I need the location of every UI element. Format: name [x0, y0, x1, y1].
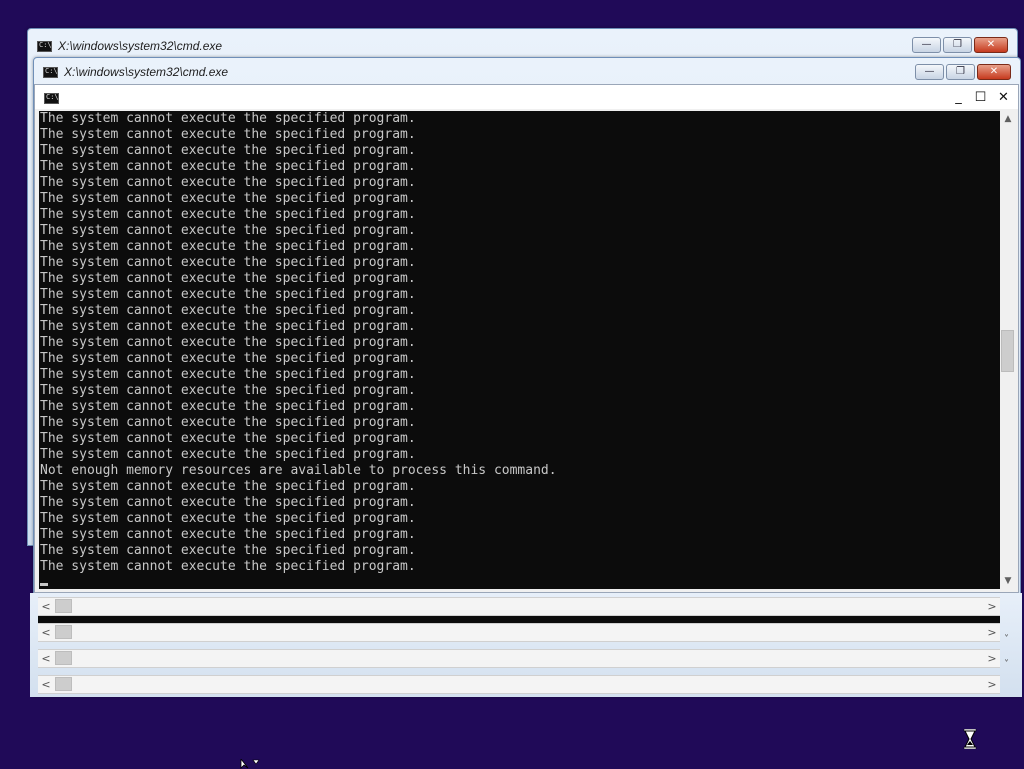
- minimize-button[interactable]: —: [912, 37, 941, 53]
- console-line: Not enough memory resources are availabl…: [40, 463, 557, 478]
- console-line: The system cannot execute the specified …: [40, 351, 416, 366]
- scroll-right-icon[interactable]: >: [984, 598, 1000, 615]
- vertical-scrollbar[interactable]: ▲ ▼: [1000, 111, 1016, 589]
- scroll-down-icon[interactable]: ˅: [1004, 634, 1009, 645]
- window-title: X:\windows\system32\cmd.exe: [64, 65, 229, 79]
- horizontal-scrollbar[interactable]: < >: [38, 623, 1000, 642]
- console-line: The system cannot execute the specified …: [40, 111, 416, 126]
- console-line: The system cannot execute the specified …: [40, 367, 416, 382]
- console-line: The system cannot execute the specified …: [40, 207, 416, 222]
- console-line: The system cannot execute the specified …: [40, 319, 416, 334]
- scroll-thumb[interactable]: [55, 651, 72, 665]
- scroll-up-icon[interactable]: ▲: [1000, 111, 1016, 127]
- hourglass-icon: [963, 729, 977, 749]
- close-button[interactable]: ✕: [977, 64, 1011, 80]
- close-button[interactable]: ✕: [994, 89, 1013, 106]
- console-line: The system cannot execute the specified …: [40, 143, 416, 158]
- console-line: The system cannot execute the specified …: [40, 415, 416, 430]
- console-line: The system cannot execute the specified …: [40, 543, 416, 558]
- minimize-button[interactable]: —: [915, 64, 944, 80]
- cmd-icon: [44, 93, 59, 104]
- console-line: The system cannot execute the specified …: [40, 127, 416, 142]
- scroll-right-icon[interactable]: >: [984, 676, 1000, 693]
- scroll-thumb[interactable]: [55, 599, 72, 613]
- console-line: The system cannot execute the specified …: [40, 223, 416, 238]
- scroll-thumb[interactable]: [55, 677, 72, 691]
- console-line: The system cannot execute the specified …: [40, 495, 416, 510]
- cmd-icon: [37, 40, 52, 52]
- maximize-button[interactable]: ☐: [971, 89, 990, 106]
- scroll-left-icon[interactable]: <: [38, 650, 54, 667]
- console-output[interactable]: The system cannot execute the specified …: [39, 111, 1000, 589]
- cmd-icon: [43, 66, 58, 78]
- console-line: The system cannot execute the specified …: [40, 399, 416, 414]
- console-line: The system cannot execute the specified …: [40, 447, 416, 462]
- console-line: The system cannot execute the specified …: [40, 527, 416, 542]
- console-line: The system cannot execute the specified …: [40, 559, 416, 574]
- scroll-down-icon[interactable]: ˅: [1004, 659, 1009, 670]
- console-line: The system cannot execute the specified …: [40, 191, 416, 206]
- horizontal-scrollbar[interactable]: < >: [38, 675, 1000, 694]
- scroll-down-icon[interactable]: ▼: [1000, 573, 1016, 589]
- horizontal-scrollbar[interactable]: < >: [38, 597, 1000, 616]
- scroll-right-icon[interactable]: >: [984, 624, 1000, 641]
- minimize-button[interactable]: _: [949, 89, 968, 106]
- scroll-left-icon[interactable]: <: [38, 624, 54, 641]
- console-line: The system cannot execute the specified …: [40, 431, 416, 446]
- scroll-right-icon[interactable]: >: [984, 650, 1000, 667]
- console-line: The system cannot execute the specified …: [40, 511, 416, 526]
- console-line: The system cannot execute the specified …: [40, 287, 416, 302]
- console-line: The system cannot execute the specified …: [40, 239, 416, 254]
- text-cursor: [40, 583, 48, 586]
- console-line: The system cannot execute the specified …: [40, 479, 416, 494]
- scroll-left-icon[interactable]: <: [38, 676, 54, 693]
- console-lines: The system cannot execute the specified …: [40, 111, 557, 575]
- console-line: The system cannot execute the specified …: [40, 303, 416, 318]
- restore-button[interactable]: ❐: [943, 37, 972, 53]
- title-bar[interactable]: _ ☐ ✕: [35, 85, 1018, 109]
- console-line: The system cannot execute the specified …: [40, 271, 416, 286]
- close-button[interactable]: ✕: [974, 37, 1008, 53]
- console-line: The system cannot execute the specified …: [40, 175, 416, 190]
- console-line: The system cannot execute the specified …: [40, 255, 416, 270]
- scroll-thumb[interactable]: [1001, 330, 1014, 372]
- window-title: X:\windows\system32\cmd.exe: [58, 39, 223, 53]
- restore-button[interactable]: ❐: [946, 64, 975, 80]
- cmd-window-front[interactable]: _ ☐ ✕ The system cannot execute the spec…: [34, 84, 1019, 593]
- console-line: The system cannot execute the specified …: [40, 335, 416, 350]
- console-line: The system cannot execute the specified …: [40, 383, 416, 398]
- horizontal-scrollbar[interactable]: < >: [38, 649, 1000, 668]
- scroll-thumb[interactable]: [55, 625, 72, 639]
- console-line: The system cannot execute the specified …: [40, 159, 416, 174]
- scroll-left-icon[interactable]: <: [38, 598, 54, 615]
